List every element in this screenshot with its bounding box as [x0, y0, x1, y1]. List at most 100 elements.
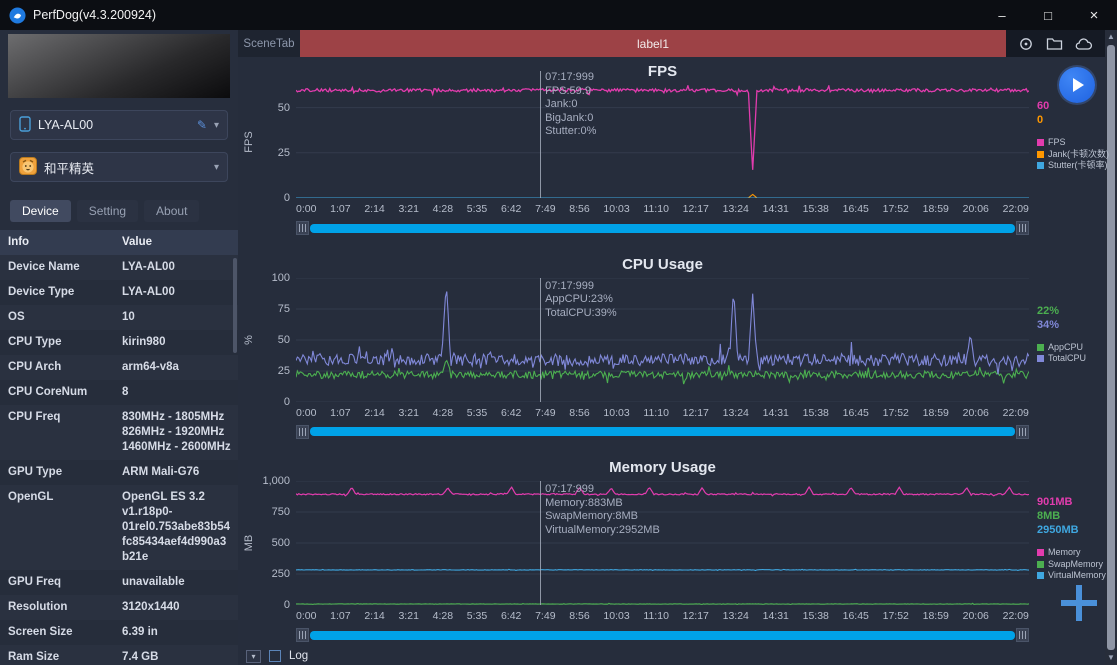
scrollbar-left-handle[interactable] — [296, 628, 309, 642]
scrollbar-left-handle[interactable] — [296, 425, 309, 439]
y-tick-label: 1,000 — [262, 475, 290, 487]
info-table-row: Ram Size7.4 GB — [0, 645, 238, 665]
scrollbar-track[interactable] — [310, 224, 1015, 233]
maximize-button[interactable]: □ — [1025, 0, 1071, 30]
value-cell: 8 — [112, 380, 238, 405]
device-selector-value: LYA-AL00 — [38, 118, 190, 132]
series-current-value: 34% — [1037, 318, 1105, 332]
tab-about[interactable]: About — [144, 200, 199, 222]
chart-time-scrollbar[interactable] — [296, 425, 1029, 439]
scene-label-bar[interactable]: label1 — [300, 30, 1006, 57]
locate-icon[interactable] — [1018, 36, 1034, 52]
scrollbar-track[interactable] — [310, 631, 1015, 640]
info-cell: GPU Type — [0, 460, 112, 485]
scrollbar-right-handle[interactable] — [1016, 221, 1029, 235]
close-button[interactable]: × — [1071, 0, 1117, 30]
x-tick-label: 4:28 — [433, 203, 453, 215]
sidebar-scrollbar-thumb[interactable] — [233, 258, 237, 353]
scrollbar-right-handle[interactable] — [1016, 628, 1029, 642]
legend-swatch-icon — [1037, 344, 1044, 351]
log-footer: ▾ Log — [238, 647, 1105, 665]
folder-icon[interactable] — [1046, 36, 1063, 51]
info-table-row: CPU Freq830MHz - 1805MHz 826MHz - 1920MH… — [0, 405, 238, 460]
x-tick-label: 17:52 — [883, 203, 909, 215]
x-tick-label: 20:06 — [963, 407, 989, 419]
legend-item[interactable]: Memory — [1037, 547, 1105, 559]
info-table-row: Screen Size6.39 in — [0, 620, 238, 645]
legend-item[interactable]: TotalCPU — [1037, 353, 1105, 365]
window-scrollbar[interactable]: ▲ ▼ — [1105, 30, 1117, 665]
y-tick-label: 0 — [284, 396, 290, 408]
app-window: PerfDog(v4.3.200924) – □ × LYA-AL00 ✎ ▾ — [0, 0, 1117, 665]
tab-setting[interactable]: Setting — [77, 200, 138, 222]
value-cell: 7.4 GB — [112, 645, 238, 665]
start-test-button[interactable] — [1059, 67, 1095, 103]
cloud-icon[interactable] — [1075, 37, 1093, 51]
legend-swatch-icon — [1037, 139, 1044, 146]
log-checkbox[interactable] — [269, 650, 281, 662]
chart-time-scrollbar[interactable] — [296, 628, 1029, 642]
scrollbar-track[interactable] — [310, 427, 1015, 436]
info-cell: Device Type — [0, 280, 112, 305]
x-tick-label: 1:07 — [330, 203, 350, 215]
y-axis-ticks: 02505007501,000 — [260, 481, 296, 605]
x-tick-label: 0:00 — [296, 610, 316, 622]
plot-area[interactable]: 07:17:999Memory:883MBSwapMemory:8MBVirtu… — [296, 481, 1029, 605]
legend-item[interactable]: FPS — [1037, 137, 1105, 149]
info-table-row: OpenGLOpenGL ES 3.2 v1.r18p0-01rel0.753a… — [0, 485, 238, 570]
x-tick-label: 5:35 — [467, 203, 487, 215]
crosshair-line — [540, 481, 541, 605]
x-tick-label: 7:49 — [535, 407, 555, 419]
window-scrollbar-thumb[interactable] — [1107, 45, 1115, 650]
sidebar: LYA-AL00 ✎ ▾ 和平精英 ▾ D — [0, 30, 238, 665]
x-tick-label: 4:28 — [433, 610, 453, 622]
device-selector[interactable]: LYA-AL00 ✎ ▾ — [10, 110, 228, 140]
log-collapse-button[interactable]: ▾ — [246, 650, 261, 663]
x-tick-label: 13:24 — [723, 407, 749, 419]
x-tick-label: 2:14 — [364, 610, 384, 622]
x-tick-label: 15:38 — [803, 407, 829, 419]
legend-label: VirtualMemory — [1048, 570, 1106, 582]
scroll-up-icon[interactable]: ▲ — [1107, 31, 1115, 43]
plot-area[interactable]: 07:17:999AppCPU:23%TotalCPU:39% — [296, 278, 1029, 402]
x-tick-label: 17:52 — [883, 407, 909, 419]
x-tick-label: 2:14 — [364, 407, 384, 419]
value-cell: LYA-AL00 — [112, 255, 238, 280]
x-tick-label: 10:03 — [603, 203, 629, 215]
x-tick-label: 15:38 — [803, 610, 829, 622]
scrollbar-right-handle[interactable] — [1016, 425, 1029, 439]
legend-item[interactable]: VirtualMemory — [1037, 570, 1105, 582]
info-table-header: InfoValue — [0, 230, 238, 255]
legend-item[interactable]: Jank(卡顿次数) — [1037, 149, 1105, 161]
chart-section: FPS FPS 02550 07:17:999FPS:59.9Jank:0Big… — [238, 59, 1105, 240]
title-bar: PerfDog(v4.3.200924) – □ × — [0, 0, 1117, 30]
chart-time-scrollbar[interactable] — [296, 221, 1029, 235]
x-tick-label: 11:10 — [643, 610, 669, 622]
add-chart-button[interactable] — [1061, 585, 1097, 621]
x-tick-label: 20:06 — [963, 610, 989, 622]
tab-device[interactable]: Device — [10, 200, 71, 222]
app-selector[interactable]: 和平精英 ▾ — [10, 152, 228, 182]
minimize-button[interactable]: – — [979, 0, 1025, 30]
x-tick-label: 22:09 — [1003, 203, 1029, 215]
x-tick-label: 10:03 — [603, 407, 629, 419]
crosshair-line — [540, 71, 541, 198]
scrollbar-left-handle[interactable] — [296, 221, 309, 235]
x-tick-label: 7:49 — [535, 610, 555, 622]
x-tick-label: 3:21 — [398, 407, 418, 419]
y-tick-label: 75 — [278, 303, 290, 315]
x-tick-label: 12:17 — [683, 610, 709, 622]
plot-area[interactable]: 07:17:999FPS:59.9Jank:0BigJank:0Stutter:… — [296, 85, 1029, 198]
x-tick-label: 15:38 — [803, 203, 829, 215]
app-selector-value: 和平精英 — [44, 158, 207, 177]
edit-icon[interactable]: ✎ — [197, 118, 207, 132]
x-tick-label: 5:35 — [467, 407, 487, 419]
x-axis-labels: 0:001:072:143:214:285:356:427:498:5610:0… — [296, 407, 1029, 419]
scene-tab[interactable]: SceneTab — [238, 30, 300, 57]
y-tick-label: 250 — [272, 568, 290, 580]
legend-item[interactable]: Stutter(卡顿率) — [1037, 160, 1105, 172]
info-table-row: GPU TypeARM Mali-G76 — [0, 460, 238, 485]
scroll-down-icon[interactable]: ▼ — [1107, 652, 1115, 664]
legend-item[interactable]: SwapMemory — [1037, 559, 1105, 571]
legend-item[interactable]: AppCPU — [1037, 342, 1105, 354]
